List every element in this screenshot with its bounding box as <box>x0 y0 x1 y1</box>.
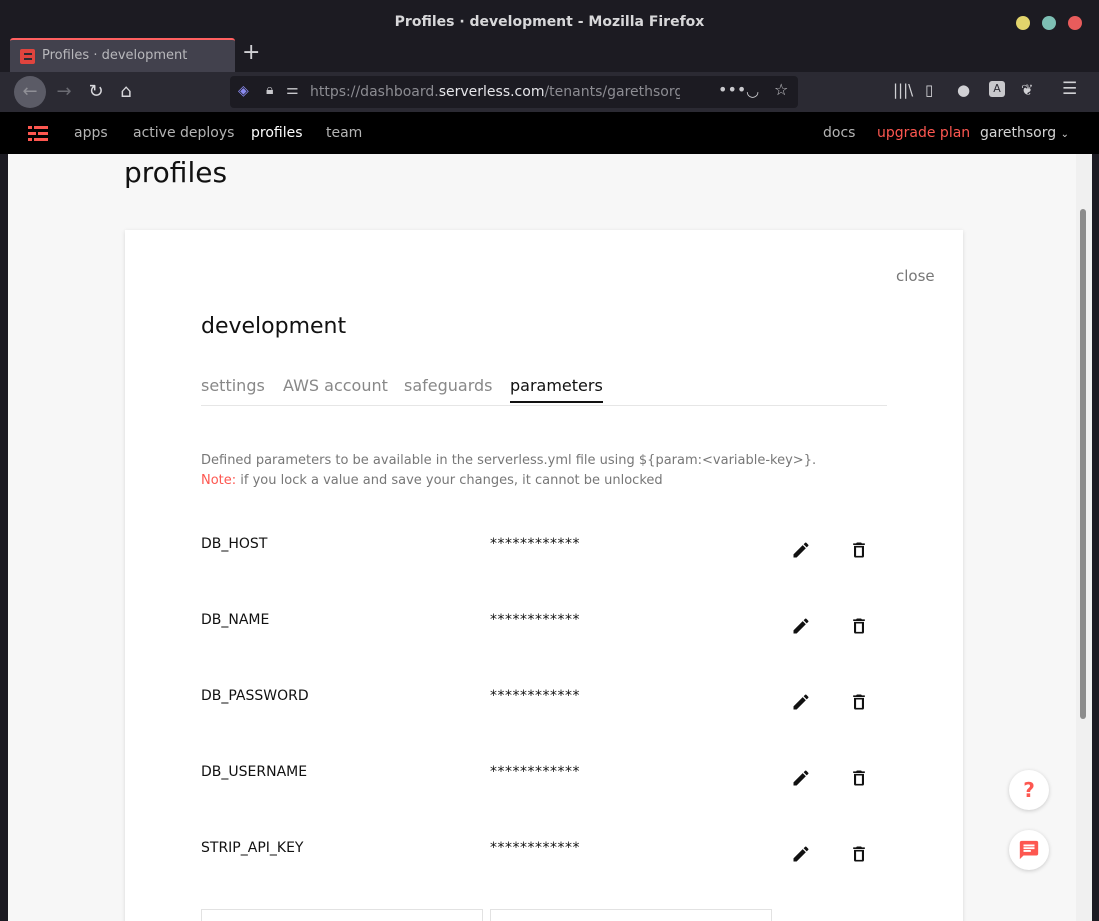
parameter-key: DB_NAME <box>201 612 270 628</box>
browser-tab[interactable]: Profiles · development <box>10 38 235 72</box>
tab-aws-account[interactable]: AWS account <box>283 376 388 395</box>
nav-active-deploys[interactable]: active deploys <box>133 125 234 141</box>
parameter-key: STRIP_API_KEY <box>201 840 304 856</box>
nav-apps[interactable]: apps <box>74 125 108 141</box>
reload-button[interactable]: ↻ <box>84 80 108 104</box>
tracking-shield-icon[interactable]: ◈ <box>238 83 254 101</box>
tab-parameters[interactable]: parameters <box>510 376 603 403</box>
parameter-row: DB_NAME ************ <box>201 612 887 652</box>
url-bar[interactable]: ◈ 🔒︎ ⚌ https://dashboard.serverless.com/… <box>230 76 798 108</box>
delete-trash-icon[interactable] <box>849 616 869 636</box>
forward-button[interactable]: → <box>52 80 76 104</box>
page-scrollbar[interactable] <box>1076 154 1092 921</box>
nav-team[interactable]: team <box>326 125 362 141</box>
edit-pencil-icon[interactable] <box>791 540 811 560</box>
account-icon[interactable]: ● <box>957 81 970 99</box>
delete-trash-icon[interactable] <box>849 540 869 560</box>
parameter-row: DB_USERNAME ************ <box>201 764 887 804</box>
scrollbar-thumb[interactable] <box>1080 209 1086 719</box>
description-text: Defined parameters to be available in th… <box>201 453 817 468</box>
chat-icon <box>1019 840 1039 860</box>
new-tab-button[interactable]: + <box>242 40 260 65</box>
permissions-icon[interactable]: ⚌ <box>286 82 299 98</box>
profile-tabs: settings AWS account safeguards paramete… <box>201 376 887 406</box>
window-title: Profiles · development - Mozilla Firefox <box>394 14 705 30</box>
delete-trash-icon[interactable] <box>849 844 869 864</box>
parameter-value: ************ <box>490 536 580 552</box>
parameter-key: DB_HOST <box>201 536 268 552</box>
tab-settings[interactable]: settings <box>201 376 265 395</box>
library-icon[interactable]: |||\ <box>893 81 913 99</box>
parameter-key: DB_PASSWORD <box>201 688 309 704</box>
serverless-favicon-icon <box>20 49 35 64</box>
new-key-input[interactable] <box>201 909 483 921</box>
url-text[interactable]: https://dashboard.serverless.com/tenants… <box>310 84 680 100</box>
extension-icon[interactable]: A <box>989 81 1005 97</box>
browser-tab-title: Profiles · development <box>42 48 188 63</box>
url-prefix: https://dashboard. <box>310 84 439 100</box>
url-domain: serverless.com <box>438 84 545 100</box>
edit-pencil-icon[interactable] <box>791 692 811 712</box>
user-name: garethsorg <box>980 125 1057 141</box>
tab-safeguards[interactable]: safeguards <box>404 376 493 395</box>
parameters-description: Defined parameters to be available in th… <box>201 451 816 491</box>
chevron-down-icon: ⌄ <box>1060 129 1069 140</box>
new-value-input[interactable] <box>490 909 772 921</box>
gnome-extension-icon[interactable]: ❦ <box>1021 81 1034 99</box>
parameter-value: ************ <box>490 688 580 704</box>
parameter-row: STRIP_API_KEY ************ <box>201 840 887 880</box>
upgrade-plan-link[interactable]: upgrade plan <box>877 125 970 141</box>
parameter-value: ************ <box>490 764 580 780</box>
parameter-row: DB_HOST ************ <box>201 536 887 576</box>
lock-icon[interactable]: 🔒︎ <box>266 82 273 98</box>
edit-pencil-icon[interactable] <box>791 844 811 864</box>
tab-strip: Profiles · development + <box>0 38 1099 72</box>
profile-name: development <box>201 314 347 339</box>
browser-toolbar: ← → ↻ ⌂ ◈ 🔒︎ ⚌ https://dashboard.serverl… <box>0 72 1099 112</box>
page-viewport: profiles close development settings AWS … <box>8 154 1076 921</box>
page-actions-icon[interactable]: ••• <box>718 80 746 99</box>
delete-trash-icon[interactable] <box>849 692 869 712</box>
note: Note: if you lock a value and save your … <box>201 471 816 491</box>
pocket-icon[interactable]: ◡ <box>746 82 759 100</box>
parameter-row: DB_PASSWORD ************ <box>201 688 887 728</box>
sidebar-icon[interactable]: ▯ <box>925 81 933 99</box>
url-path: /tenants/garethsorg/deployment-profiles/… <box>544 84 680 100</box>
maximize-button[interactable] <box>1042 16 1056 30</box>
home-button[interactable]: ⌂ <box>114 80 138 104</box>
user-menu[interactable]: garethsorg ⌄ <box>980 125 1069 141</box>
close-link[interactable]: close <box>896 267 935 285</box>
window-frame <box>1092 154 1099 921</box>
minimize-button[interactable] <box>1016 16 1030 30</box>
app-nav: apps active deploys profiles team docs u… <box>0 112 1099 154</box>
parameter-key: DB_USERNAME <box>201 764 308 780</box>
close-window-button[interactable] <box>1068 16 1082 30</box>
delete-trash-icon[interactable] <box>849 768 869 788</box>
nav-profiles[interactable]: profiles <box>251 125 303 141</box>
chat-button[interactable] <box>1009 830 1049 870</box>
note-text: if you lock a value and save your change… <box>236 473 663 488</box>
help-button[interactable]: ? <box>1009 770 1049 810</box>
edit-pencil-icon[interactable] <box>791 768 811 788</box>
parameter-value: ************ <box>490 612 580 628</box>
bookmark-star-icon[interactable]: ☆ <box>774 80 788 99</box>
edit-pencil-icon[interactable] <box>791 616 811 636</box>
serverless-logo-icon[interactable] <box>28 126 48 141</box>
nav-docs[interactable]: docs <box>823 125 855 141</box>
profile-card: close development settings AWS account s… <box>125 230 963 921</box>
note-label: Note: <box>201 473 237 488</box>
back-button[interactable]: ← <box>14 76 46 108</box>
parameter-value: ************ <box>490 840 580 856</box>
page-title: profiles <box>124 156 228 189</box>
menu-icon[interactable]: ☰ <box>1062 79 1077 99</box>
